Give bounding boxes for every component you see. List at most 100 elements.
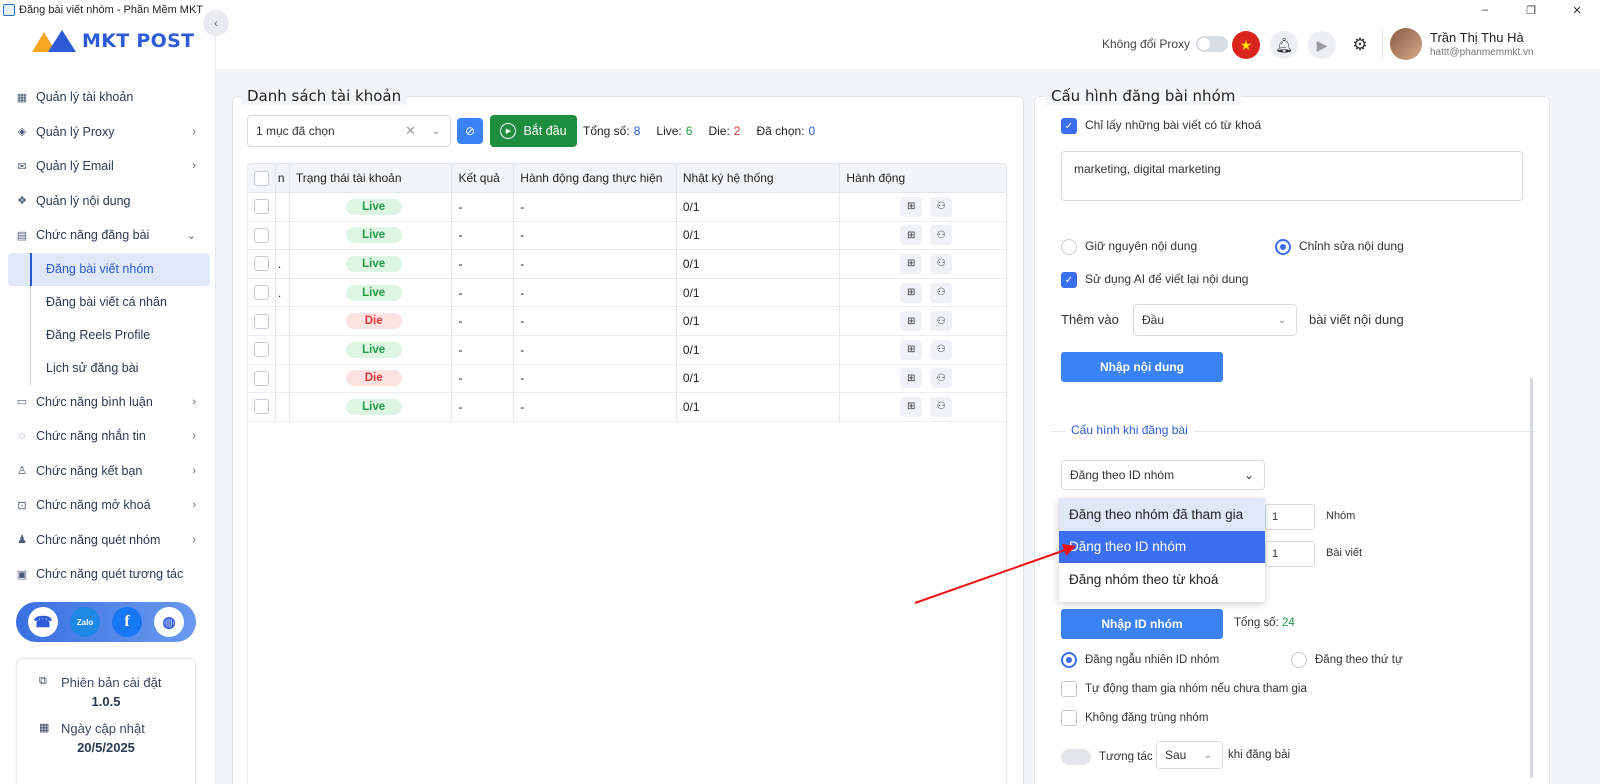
use-ai-option[interactable]: ✓ Sử dụng AI để viết lại nội dung xyxy=(1061,272,1248,288)
row-checkbox[interactable] xyxy=(253,342,269,358)
select-all-checkbox[interactable] xyxy=(253,170,269,186)
no-dup-option[interactable]: Không đăng trùng nhóm xyxy=(1061,710,1208,726)
clear-filter-button[interactable]: ⊘ xyxy=(457,118,483,144)
table-row[interactable]: Die - -0/1 ⊞ ⚇ xyxy=(248,307,1006,336)
sidebar-subitem[interactable]: Đăng bài viết cá nhân xyxy=(8,285,210,319)
clear-icon[interactable]: ✕ xyxy=(405,123,416,139)
gear-icon[interactable]: ⚙ xyxy=(1346,31,1374,59)
update-value: 20/5/2025 xyxy=(77,740,135,755)
interact-label: Tương tác xyxy=(1099,751,1153,764)
sidebar-item-label: Quản lý Proxy xyxy=(36,124,115,139)
group-icon[interactable]: ⚇ xyxy=(930,253,953,274)
account-select[interactable]: 1 mục đã chọn ✕ ⌄ xyxy=(247,115,451,147)
sidebar-item[interactable]: ♟ Chức năng quét nhóm › xyxy=(8,523,210,558)
cell-log: 0/1 xyxy=(677,307,841,335)
zalo-icon[interactable]: Zalo xyxy=(70,607,100,637)
table-row[interactable]: Live - -0/1 ⊞ ⚇ xyxy=(248,193,1006,222)
table-row[interactable]: Live - -0/1 ⊞ ⚇ xyxy=(248,335,1006,365)
table-row[interactable]: Live - -0/1 ⊞ ⚇ xyxy=(248,393,1006,422)
column-header: Trạng thái tài khoản xyxy=(290,164,453,192)
sidebar-item[interactable]: ◌ Chức năng nhắn tin › xyxy=(8,419,210,454)
close-button[interactable]: ✕ xyxy=(1554,0,1600,20)
table-row[interactable]: Live - -0/1 ⊞ ⚇ xyxy=(248,221,1006,251)
ordered-option[interactable]: Đăng theo thứ tự xyxy=(1291,652,1403,668)
table-row[interactable]: Die - -0/1 ⊞ ⚇ xyxy=(248,364,1006,394)
globe-icon[interactable]: ◍ xyxy=(154,607,184,637)
post-count-input[interactable]: 1 xyxy=(1265,541,1315,567)
sidebar-item[interactable]: ⊡ Chức năng mở khoá › xyxy=(8,488,210,523)
mode-option[interactable]: Đăng theo nhóm đã tham gia xyxy=(1059,498,1265,531)
row-checkbox[interactable] xyxy=(253,313,269,329)
sidebar-item[interactable]: ▣ Chức năng quét tương tác xyxy=(8,557,210,592)
user-profile[interactable]: Trần Thị Thu Hà hattt@phanmemmkt.vn xyxy=(1390,28,1534,60)
language-flag-icon[interactable]: ★ xyxy=(1232,31,1260,59)
add-photo-icon[interactable]: ⊞ xyxy=(900,339,923,360)
auto-join-option[interactable]: Tự động tham gia nhóm nếu chưa tham gia xyxy=(1061,681,1307,697)
sidebar-subitem[interactable]: Lịch sử đăng bài xyxy=(8,351,210,385)
minimize-button[interactable]: – xyxy=(1462,0,1508,20)
group-icon[interactable]: ⚇ xyxy=(930,282,953,303)
proxy-toggle[interactable] xyxy=(1196,36,1229,52)
group-icon[interactable]: ⚇ xyxy=(930,311,953,332)
table-row[interactable]: . Live - -0/1 ⊞ ⚇ xyxy=(248,250,1006,279)
restore-button[interactable]: ❐ xyxy=(1508,0,1554,20)
row-checkbox[interactable] xyxy=(253,227,269,243)
keywords-textarea[interactable]: marketing, digital marketing xyxy=(1061,151,1523,201)
mode-option[interactable]: Đăng nhóm theo từ khoá xyxy=(1059,563,1265,596)
radio-selected-icon xyxy=(1275,239,1291,255)
sidebar-item[interactable]: ▤ Chức năng đăng bài ⌄ xyxy=(8,218,210,253)
sidebar-item[interactable]: ▭ Chức năng bình luận › xyxy=(8,385,210,420)
sidebar-item[interactable]: ♙ Chức năng kết bạn › xyxy=(8,454,210,489)
interact-toggle[interactable] xyxy=(1061,749,1091,765)
table-row[interactable]: . Live - -0/1 ⊞ ⚇ xyxy=(248,278,1006,308)
import-group-button[interactable]: Nhập ID nhóm xyxy=(1061,609,1223,639)
scrollbar[interactable] xyxy=(1530,378,1533,778)
add-photo-icon[interactable]: ⊞ xyxy=(900,253,923,274)
mode-option[interactable]: Đăng theo ID nhóm xyxy=(1059,530,1265,564)
group-icon[interactable]: ⚇ xyxy=(930,225,953,246)
random-id-option[interactable]: Đăng ngẫu nhiên ID nhóm xyxy=(1061,652,1219,668)
keyword-only-option[interactable]: ✓ Chỉ lấy những bài viết có từ khoá xyxy=(1061,118,1261,134)
cell-log: 0/1 xyxy=(677,278,841,307)
group-icon[interactable]: ⚇ xyxy=(930,339,953,360)
add-photo-icon[interactable]: ⊞ xyxy=(900,368,923,389)
collapse-sidebar-button[interactable]: ‹ xyxy=(203,10,229,36)
avatar xyxy=(1390,28,1422,60)
row-checkbox[interactable] xyxy=(253,399,269,415)
keep-content-option[interactable]: Giữ nguyên nội dung xyxy=(1061,239,1197,255)
logo: MKT POST xyxy=(32,30,194,52)
sidebar-subitem[interactable]: Đăng Reels Profile xyxy=(8,318,210,352)
cell-truncated xyxy=(276,335,290,364)
group-count-input[interactable]: 1 xyxy=(1265,504,1315,530)
post-mode-select[interactable]: Đăng theo ID nhóm ⌄ xyxy=(1061,460,1265,490)
play-icon[interactable]: ▶ xyxy=(1308,31,1336,59)
checkbox-icon xyxy=(1061,710,1077,726)
import-content-button[interactable]: Nhập nội dung xyxy=(1061,352,1223,382)
add-photo-icon[interactable]: ⊞ xyxy=(900,396,923,417)
add-photo-icon[interactable]: ⊞ xyxy=(900,196,923,217)
status-badge: Live xyxy=(345,284,402,301)
sidebar-item[interactable]: ✉ Quản lý Email › xyxy=(8,149,210,184)
sidebar-item[interactable]: ◈ Quản lý Proxy › xyxy=(8,115,210,150)
row-checkbox[interactable] xyxy=(253,256,269,272)
add-position-select[interactable]: Đầu ⌄ xyxy=(1133,304,1297,336)
sidebar-item[interactable]: ❖ Quản lý nội dung xyxy=(8,184,210,219)
row-checkbox[interactable] xyxy=(253,285,269,301)
sidebar-subitem[interactable]: Đăng bài viết nhóm xyxy=(8,252,210,286)
row-checkbox[interactable] xyxy=(253,199,269,215)
support-icon[interactable]: ☎ xyxy=(28,607,58,637)
facebook-icon[interactable]: f xyxy=(112,607,142,637)
row-checkbox[interactable] xyxy=(253,370,269,386)
add-photo-icon[interactable]: ⊞ xyxy=(900,225,923,246)
add-photo-icon[interactable]: ⊞ xyxy=(900,311,923,332)
group-icon[interactable]: ⚇ xyxy=(930,396,953,417)
group-icon[interactable]: ⚇ xyxy=(930,196,953,217)
group-icon[interactable]: ⚇ xyxy=(930,368,953,389)
edit-content-option[interactable]: Chỉnh sửa nội dung xyxy=(1275,239,1404,255)
bell-icon[interactable]: 🔔︎ xyxy=(1270,31,1298,59)
interact-when-select[interactable]: Sau ⌄ xyxy=(1156,741,1223,769)
start-button[interactable]: ▶ Bắt đầu xyxy=(490,115,577,147)
chevron-down-icon: ⌄ xyxy=(1243,468,1254,482)
sidebar-item[interactable]: ▦ Quản lý tài khoản xyxy=(8,80,210,115)
add-photo-icon[interactable]: ⊞ xyxy=(900,282,923,303)
